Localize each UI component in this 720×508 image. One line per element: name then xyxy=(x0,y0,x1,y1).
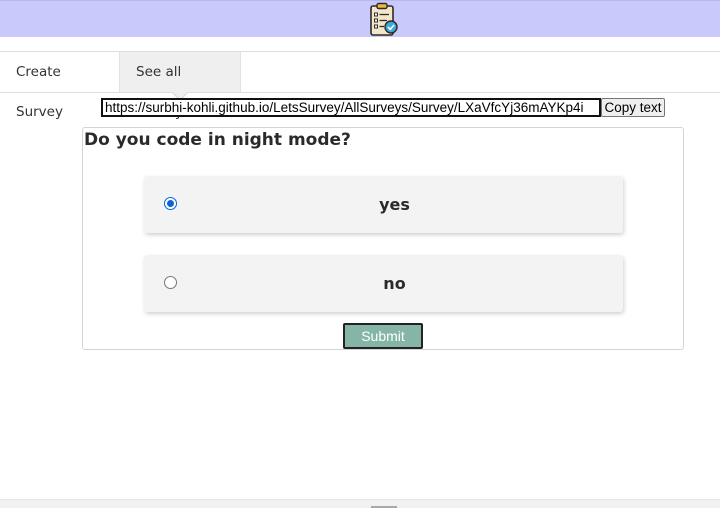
horizontal-scrollbar[interactable] xyxy=(0,499,720,508)
tab-see-all-surveys[interactable]: See all Surveys xyxy=(119,52,241,120)
nav-tabs: Create Survey See all Surveys xyxy=(0,51,720,120)
tab-create-survey[interactable]: Create Survey xyxy=(0,52,119,120)
top-header-bar xyxy=(0,0,720,37)
option-label-yes: yes xyxy=(379,195,410,214)
survey-question: Do you code in night mode? xyxy=(84,130,351,150)
submit-button[interactable]: Submit xyxy=(343,323,423,349)
copy-text-button[interactable]: Copy text xyxy=(601,98,665,117)
option-label-no: no xyxy=(383,274,406,293)
option-yes[interactable]: yes xyxy=(144,176,623,233)
share-url-input[interactable] xyxy=(101,98,601,117)
survey-card: Do you code in night mode? yes no Submit xyxy=(82,127,684,350)
clipboard-checklist-icon[interactable] xyxy=(365,2,401,38)
option-no[interactable]: no xyxy=(144,255,623,312)
